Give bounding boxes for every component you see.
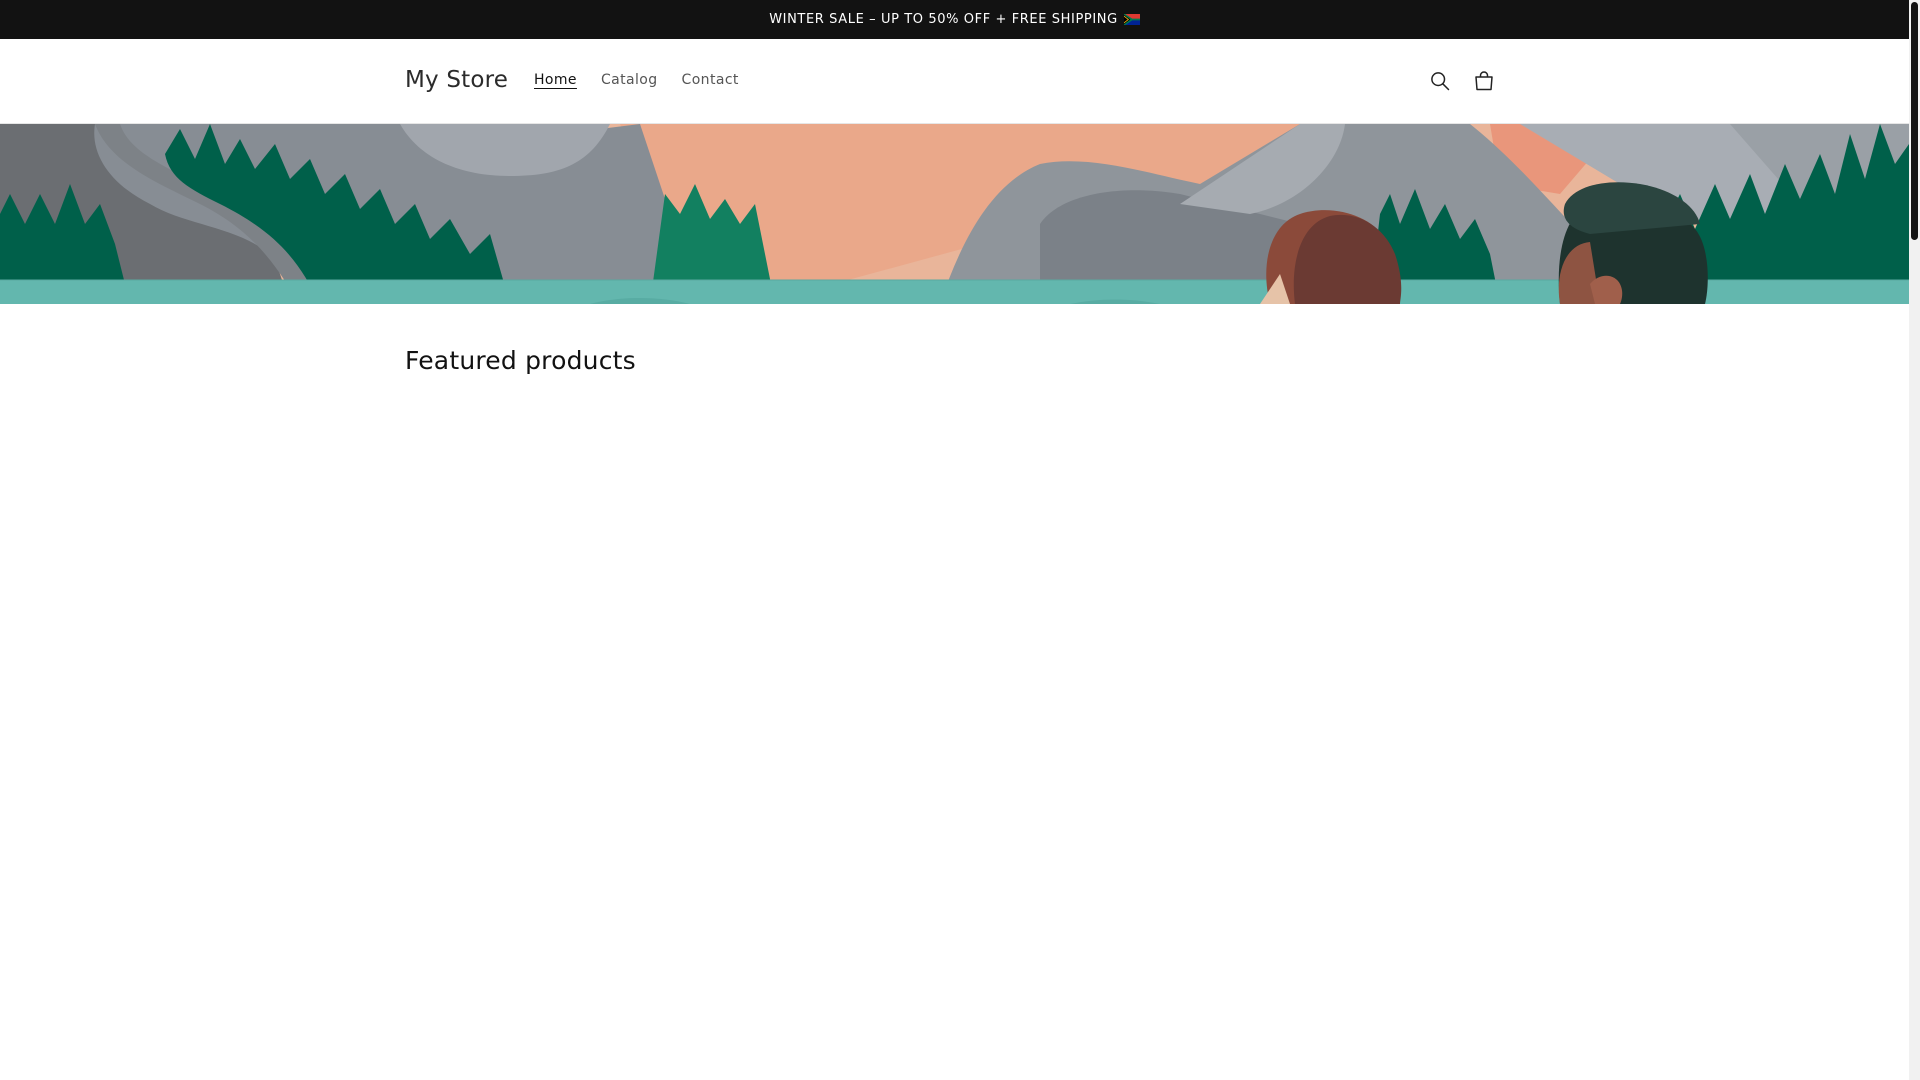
main-nav: Home Catalog Contact — [522, 72, 751, 88]
announcement-bar: WINTER SALE – UP TO 50% OFF + FREE SHIPP… — [0, 0, 1909, 39]
landscape-illustration — [0, 124, 1909, 304]
page-scrollbar[interactable] — [1909, 0, 1920, 1080]
cart-button[interactable] — [1468, 65, 1500, 97]
cart-icon — [1475, 71, 1493, 91]
store-logo[interactable]: My Store — [405, 67, 508, 93]
nav-catalog[interactable]: Catalog — [589, 72, 670, 88]
nav-home[interactable]: Home — [522, 72, 589, 88]
page: WINTER SALE – UP TO 50% OFF + FREE SHIPP… — [0, 0, 1920, 1080]
search-button[interactable] — [1424, 65, 1456, 97]
header-icons — [1424, 65, 1500, 97]
page-content: WINTER SALE – UP TO 50% OFF + FREE SHIPP… — [0, 0, 1909, 1080]
featured-products-heading: Featured products — [405, 346, 636, 375]
hero-banner — [0, 124, 1909, 304]
announcement-text: WINTER SALE – UP TO 50% OFF + FREE SHIPP… — [769, 12, 1118, 27]
south-africa-flag-icon — [1123, 14, 1140, 25]
nav-contact[interactable]: Contact — [670, 72, 751, 88]
scrollbar-thumb[interactable] — [1911, 2, 1918, 240]
site-header: My Store Home Catalog Contact — [0, 39, 1909, 124]
search-icon — [1431, 72, 1450, 91]
